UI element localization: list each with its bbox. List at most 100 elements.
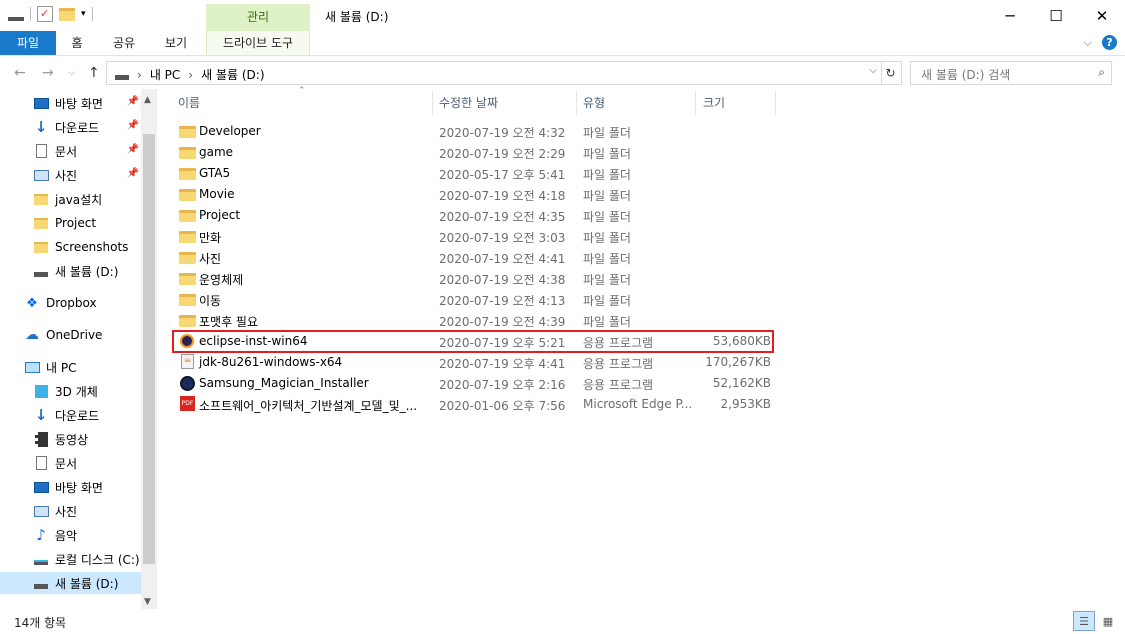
file-row[interactable]: Project 2020-07-19 오전 4:35 파일 폴더 [173, 205, 773, 226]
breadcrumb-item-pc[interactable]: 내 PC [150, 66, 180, 83]
file-date: 2020-07-19 오전 4:32 [439, 126, 566, 140]
nav-item-label: 바탕 화면 [55, 96, 103, 111]
address-dropdown-icon[interactable]: ⌵ [869, 65, 877, 76]
column-header-size[interactable]: 크기 [703, 89, 725, 117]
file-date: 2020-07-19 오전 4:35 [439, 210, 566, 224]
nav-item-videos[interactable]: 동영상 [0, 428, 141, 450]
back-arrow-icon[interactable]: ← [14, 65, 26, 81]
new-folder-icon[interactable] [59, 7, 75, 21]
nav-item-local-disk-c[interactable]: 로컬 디스크 (C:) [0, 548, 141, 570]
dropbox-icon: ❖ [26, 295, 38, 311]
column-header-type[interactable]: 유형 [583, 89, 605, 117]
folder-icon [179, 231, 196, 243]
file-row[interactable]: game 2020-07-19 오전 2:29 파일 폴더 [173, 142, 773, 163]
file-name: Developer [199, 124, 261, 138]
file-row[interactable]: ☕ jdk-8u261-windows-x64 2020-07-19 오후 4:… [173, 352, 773, 373]
column-divider[interactable] [775, 91, 776, 115]
cube-icon [33, 383, 49, 399]
file-row[interactable]: 만화 2020-07-19 오전 3:03 파일 폴더 [173, 226, 773, 247]
properties-icon[interactable]: ✓ [37, 6, 53, 22]
nav-item-desktop-pc[interactable]: 바탕 화면 [0, 476, 141, 498]
tab-home[interactable]: 홈 [60, 31, 94, 55]
nav-item-3d-objects[interactable]: 3D 개체 [0, 380, 141, 402]
breadcrumb-separator-icon[interactable]: › [137, 68, 142, 82]
nav-item-label: 사진 [55, 168, 78, 183]
expand-ribbon-icon[interactable]: ⌵ [1084, 36, 1092, 50]
file-date: 2020-07-19 오전 4:13 [439, 294, 566, 308]
nav-item-music[interactable]: ♪ 음악 [0, 524, 141, 546]
scroll-up-icon[interactable]: ▲ [144, 95, 151, 105]
folder-icon [179, 126, 196, 138]
search-input[interactable]: 새 볼륨 (D:) 검색 ⌕ [910, 61, 1112, 85]
file-row[interactable]: PDF 소프트웨어_아키텍처_기반설계_모델_및_... 2020-01-06 … [173, 394, 773, 415]
file-name: 사진 [199, 252, 222, 266]
tab-view[interactable]: 보기 [156, 31, 196, 55]
column-divider[interactable] [695, 91, 696, 115]
tab-share[interactable]: 공유 [104, 31, 144, 55]
file-row[interactable]: 포맷후 필요 2020-07-19 오전 4:39 파일 폴더 [173, 310, 773, 331]
nav-item-label: 문서 [55, 456, 78, 471]
breadcrumb-separator-icon[interactable]: › [188, 68, 193, 82]
breadcrumb-item-drive[interactable]: 새 볼륨 (D:) [201, 66, 264, 83]
details-view-icon[interactable]: ☰ [1073, 611, 1095, 631]
file-row-highlighted[interactable]: eclipse-inst-win64 2020-07-19 오후 5:21 응용… [172, 330, 774, 353]
nav-item-volume-d-quick[interactable]: 새 볼륨 (D:) [0, 260, 141, 282]
large-icons-view-icon[interactable]: ▦ [1097, 611, 1119, 631]
status-bar: 14개 항목 ☰ ▦ [0, 609, 1125, 634]
pin-icon[interactable]: 📌 [127, 96, 139, 107]
nav-item-volume-d[interactable]: 새 볼륨 (D:) [0, 572, 141, 594]
up-arrow-icon[interactable]: ↑ [88, 65, 100, 81]
column-header-date[interactable]: 수정한 날짜 [439, 89, 498, 117]
nav-item-this-pc[interactable]: 내 PC [0, 356, 141, 378]
picture-icon [33, 503, 49, 519]
nav-item-screenshots[interactable]: Screenshots [0, 236, 141, 258]
maximize-button[interactable]: ☐ [1033, 0, 1079, 31]
file-row[interactable]: Samsung_Magician_Installer 2020-07-19 오후… [173, 373, 773, 394]
tab-file[interactable]: 파일 [0, 31, 56, 55]
file-row[interactable]: 사진 2020-07-19 오전 4:41 파일 폴더 [173, 247, 773, 268]
address-bar[interactable]: › 내 PC › 새 볼륨 (D:) ⌵ [106, 61, 882, 85]
pc-icon [24, 359, 40, 375]
tab-drive-tools[interactable]: 드라이브 도구 [206, 31, 310, 55]
window-controls: ─ ☐ ✕ [987, 0, 1125, 31]
scrollbar-thumb[interactable] [143, 134, 155, 564]
nav-item-dropbox[interactable]: ❖ Dropbox [0, 292, 141, 314]
file-row[interactable]: Developer 2020-07-19 오전 4:32 파일 폴더 [173, 121, 773, 142]
recent-locations-icon[interactable]: ⌵ [68, 68, 75, 78]
music-icon: ♪ [36, 526, 46, 544]
help-icon[interactable]: ? [1102, 35, 1117, 50]
scroll-down-icon[interactable]: ▼ [144, 597, 151, 607]
minimize-button[interactable]: ─ [987, 0, 1033, 31]
nav-item-pictures[interactable]: 사진 📌 [0, 164, 141, 186]
nav-item-onedrive[interactable]: ☁ OneDrive [0, 324, 141, 346]
nav-item-documents[interactable]: 문서 📌 [0, 140, 141, 162]
pin-icon[interactable]: 📌 [127, 144, 139, 155]
nav-item-downloads-pc[interactable]: ↓ 다운로드 [0, 404, 141, 426]
column-header-name[interactable]: 이름 [178, 89, 200, 117]
file-row[interactable]: 운영체제 2020-07-19 오전 4:38 파일 폴더 [173, 268, 773, 289]
document-icon [33, 143, 49, 159]
column-divider[interactable] [576, 91, 577, 115]
drive-icon [33, 263, 49, 279]
forward-arrow-icon[interactable]: → [42, 65, 54, 81]
nav-item-pictures-pc[interactable]: 사진 [0, 500, 141, 522]
file-name: Movie [199, 187, 235, 201]
nav-item-desktop[interactable]: 바탕 화면 📌 [0, 92, 141, 114]
nav-item-label: 사진 [55, 504, 78, 519]
pin-icon[interactable]: 📌 [127, 168, 139, 179]
close-button[interactable]: ✕ [1079, 0, 1125, 31]
pin-icon[interactable]: 📌 [127, 120, 139, 131]
file-row[interactable]: 이동 2020-07-19 오전 4:13 파일 폴더 [173, 289, 773, 310]
customize-toolbar-icon[interactable]: ▾ [81, 9, 86, 19]
nav-item-java[interactable]: java설치 [0, 188, 141, 210]
file-row[interactable]: GTA5 2020-05-17 오후 5:41 파일 폴더 [173, 163, 773, 184]
nav-scrollbar[interactable]: ▲ ▼ [141, 89, 157, 609]
refresh-button[interactable]: ↻ [880, 61, 902, 85]
nav-item-project[interactable]: Project [0, 212, 141, 234]
column-divider[interactable] [432, 91, 433, 115]
folder-icon [179, 315, 196, 327]
file-row[interactable]: Movie 2020-07-19 오전 4:18 파일 폴더 [173, 184, 773, 205]
nav-item-downloads[interactable]: ↓ 다운로드 📌 [0, 116, 141, 138]
nav-item-documents-pc[interactable]: 문서 [0, 452, 141, 474]
file-date: 2020-07-19 오전 3:03 [439, 231, 566, 245]
